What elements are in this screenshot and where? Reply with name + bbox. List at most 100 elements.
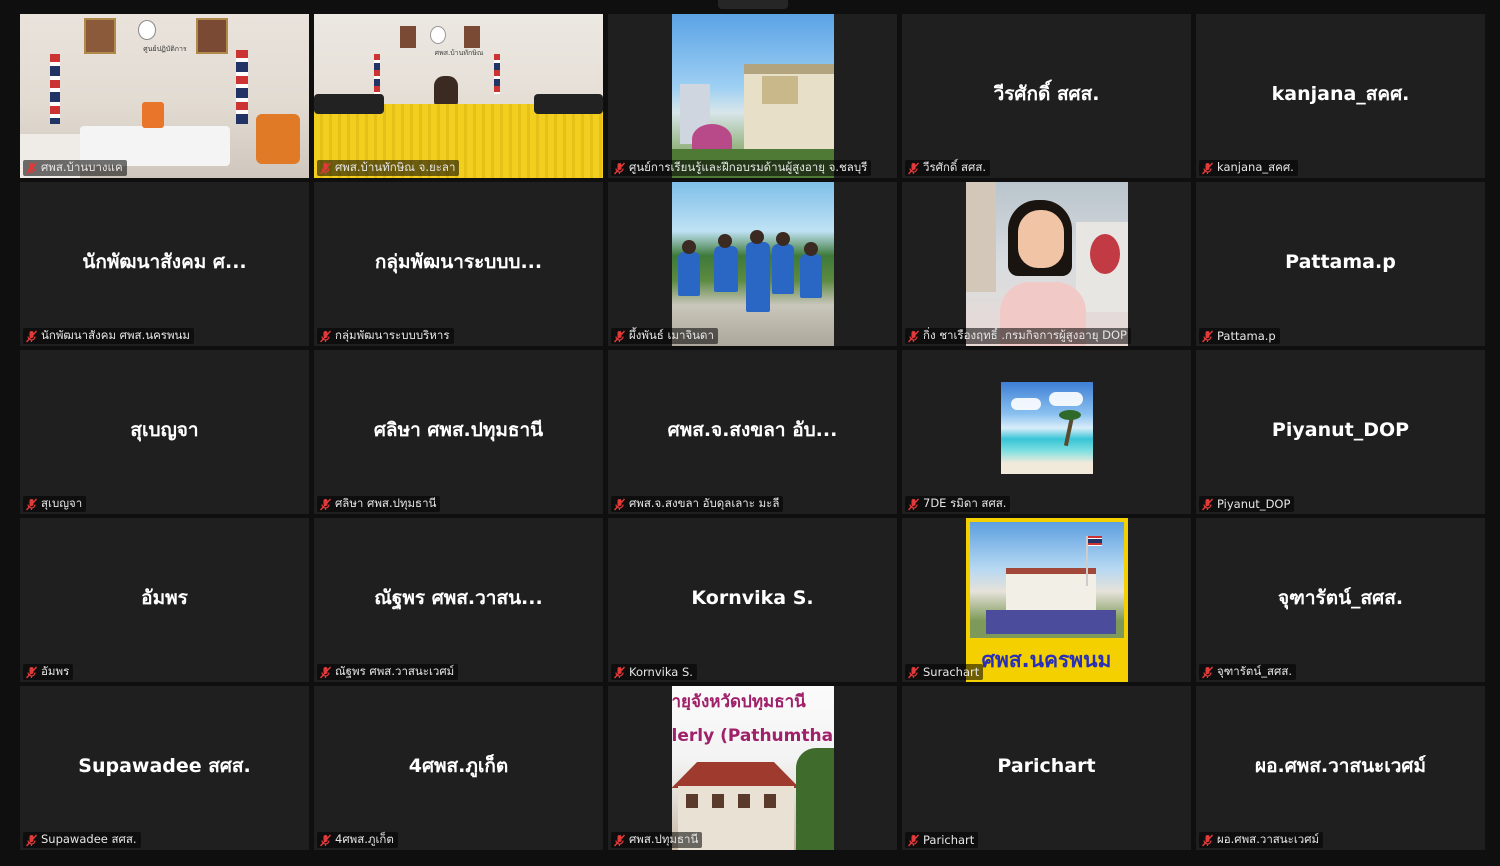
- mic-muted-icon: [613, 498, 626, 511]
- participant-label: ศูนย์การเรียนรู้และฝึกอบรมด้านผู้สูงอายุ…: [611, 160, 872, 176]
- participant-name: Kornvika S.: [629, 665, 693, 679]
- participant-name: ศลิษา ศพส.ปทุมธานี: [335, 496, 437, 510]
- mic-muted-icon: [319, 498, 332, 511]
- participant-display-name: ณัฐพร ศพส.วาสน...: [374, 587, 543, 609]
- mic-muted-icon: [907, 498, 920, 511]
- participant-tile[interactable]: Piyanut_DOP Piyanut_DOP: [1196, 350, 1485, 514]
- participant-label: ศลิษา ศพส.ปทุมธานี: [317, 496, 441, 512]
- participant-tile[interactable]: Pattama.p Pattama.p: [1196, 182, 1485, 346]
- participant-label: ศพส.บ้านทักษิณ จ.ยะลา: [317, 160, 460, 176]
- mic-muted-icon: [25, 834, 38, 847]
- participant-display-name: Supawadee สศส.: [78, 755, 251, 777]
- participant-tile[interactable]: Supawadee สศส. Supawadee สศส.: [20, 686, 309, 850]
- participant-label: สุเบญจา: [23, 496, 87, 512]
- participant-label: กลุ่มพัฒนาระบบบริหาร: [317, 328, 454, 344]
- participant-tile[interactable]: ศพส.บ้านทักษิณ ศพส.บ้านทักษิณ จ.ยะลา: [314, 14, 603, 178]
- participant-name: 7DE รมิดา สศส.: [923, 496, 1007, 510]
- participant-label: 4ศพส.ภูเก็ต: [317, 832, 398, 848]
- mic-muted-icon: [907, 834, 920, 847]
- participant-tile[interactable]: ณัฐพร ศพส.วาสน... ณัฐพร ศพส.วาสนะเวศม์: [314, 518, 603, 682]
- participant-photo: [1000, 382, 1093, 474]
- participant-name: ณัฐพร ศพส.วาสนะเวศม์: [335, 664, 455, 678]
- participant-display-name: ศพส.จ.สงขลา อับ...: [667, 419, 838, 441]
- participant-tile[interactable]: ผอ.ศพส.วาสนะเวศม์ ผอ.ศพส.วาสนะเวศม์: [1196, 686, 1485, 850]
- participant-tile[interactable]: ศูนย์การเรียนรู้และฝึกอบรมด้านผู้สูงอายุ…: [608, 14, 897, 178]
- participant-display-name: อัมพร: [141, 587, 188, 609]
- participant-tile[interactable]: สุเบญจา สุเบญจา: [20, 350, 309, 514]
- participant-tile[interactable]: กิ่ง ชาเรืองฤทธิ์ .กรมกิจการผู้สูงอายุ D…: [902, 182, 1191, 346]
- participant-label: ศพส.บ้านบางแค: [23, 160, 127, 176]
- participant-display-name: ศลิษา ศพส.ปทุมธานี: [373, 419, 544, 441]
- participant-tile[interactable]: จุฑารัตน์_สศส. จุฑารัตน์_สศส.: [1196, 518, 1485, 682]
- participant-display-name: Parichart: [997, 755, 1096, 777]
- participant-name: Pattama.p: [1217, 329, 1276, 343]
- participant-display-name: Pattama.p: [1285, 251, 1396, 273]
- participant-tile[interactable]: ศพส.นครพนม Surachart: [902, 518, 1191, 682]
- mic-muted-icon: [1201, 162, 1214, 175]
- mic-muted-icon: [1201, 498, 1214, 511]
- participant-name: ผอ.ศพส.วาสนะเวศม์: [1217, 832, 1320, 846]
- participant-tile[interactable]: นักพัฒนาสังคม ศ... นักพัฒนาสังคม ศพส.นคร…: [20, 182, 309, 346]
- participant-label: ศพส.จ.สงขลา อับดุลเลาะ มะลี: [611, 496, 784, 512]
- mic-muted-icon: [613, 162, 626, 175]
- participant-name: Supawadee สศส.: [41, 832, 137, 846]
- participant-display-name: ผอ.ศพส.วาสนะเวศม์: [1254, 755, 1427, 777]
- participant-display-name: วีรศักดิ์ สศส.: [993, 83, 1100, 105]
- mic-muted-icon: [1201, 666, 1214, 679]
- participant-name: ศพส.จ.สงขลา อับดุลเลาะ มะลี: [629, 496, 780, 510]
- participant-label: นักพัฒนาสังคม ศพส.นครพนม: [23, 328, 194, 344]
- participant-name: อัมพร: [41, 664, 70, 678]
- photo-caption: ศพส.นครพนม: [981, 647, 1112, 672]
- participant-photo: ายุจังหวัดปทุมธานี lerly (Pathumthani: [671, 686, 834, 850]
- participant-tile[interactable]: กลุ่มพัฒนาระบบบ... กลุ่มพัฒนาระบบบริหาร: [314, 182, 603, 346]
- participant-tile[interactable]: Parichart Parichart: [902, 686, 1191, 850]
- participant-tile[interactable]: ายุจังหวัดปทุมธานี lerly (Pathumthani ศพ…: [608, 686, 897, 850]
- participant-tile[interactable]: อัมพร อัมพร: [20, 518, 309, 682]
- mic-muted-icon: [1201, 834, 1214, 847]
- participant-label: Kornvika S.: [611, 664, 697, 680]
- participant-name: จุฑารัตน์_สศส.: [1217, 664, 1292, 678]
- participant-display-name: สุเบญจา: [130, 419, 199, 441]
- participant-display-name: kanjana_สคศ.: [1271, 83, 1410, 105]
- mic-muted-icon: [319, 666, 332, 679]
- participant-label: ศพส.ปทุมธานี: [611, 832, 703, 848]
- participant-photo: [671, 182, 834, 346]
- participant-tile[interactable]: 4ศพส.ภูเก็ต 4ศพส.ภูเก็ต: [314, 686, 603, 850]
- participant-label: กิ่ง ชาเรืองฤทธิ์ .กรมกิจการผู้สูงอายุ D…: [905, 328, 1131, 344]
- participant-name: กิ่ง ชาเรืองฤทธิ์ .กรมกิจการผู้สูงอายุ D…: [923, 328, 1127, 342]
- participant-tile[interactable]: kanjana_สคศ. kanjana_สคศ.: [1196, 14, 1485, 178]
- mic-muted-icon: [25, 330, 38, 343]
- mic-muted-icon: [319, 834, 332, 847]
- participant-tile[interactable]: Kornvika S. Kornvika S.: [608, 518, 897, 682]
- participant-name: ศพส.บ้านบางแค: [41, 160, 123, 174]
- participant-photo: [965, 182, 1128, 346]
- participant-name: กลุ่มพัฒนาระบบบริหาร: [335, 328, 450, 342]
- participant-label: อัมพร: [23, 664, 74, 680]
- participant-name: Parichart: [923, 833, 975, 847]
- participant-tile[interactable]: วีรศักดิ์ สศส. วีรศักดิ์ สศส.: [902, 14, 1191, 178]
- participant-label: จุฑารัตน์_สศส.: [1199, 664, 1296, 680]
- mic-muted-icon: [25, 498, 38, 511]
- participant-name: ศพส.บ้านทักษิณ จ.ยะลา: [335, 160, 456, 174]
- participant-name: kanjana_สคศ.: [1217, 160, 1294, 174]
- top-toolbar-tab[interactable]: [718, 0, 788, 9]
- participant-tile[interactable]: ศูนย์ปฏิบัติการ ศพส.บ้านบางแค: [20, 14, 309, 178]
- video-gallery: ศูนย์ปฏิบัติการ ศพส.บ้านบางแค ศพส.บ้านทั…: [20, 14, 1485, 850]
- participant-name: ศูนย์การเรียนรู้และฝึกอบรมด้านผู้สูงอายุ…: [629, 160, 868, 174]
- participant-display-name: 4ศพส.ภูเก็ต: [408, 755, 509, 777]
- participant-tile[interactable]: 7DE รมิดา สศส.: [902, 350, 1191, 514]
- participant-label: ผึ้งพันธ์ เมาจินดา: [611, 328, 718, 344]
- mic-muted-icon: [613, 330, 626, 343]
- participant-name: นักพัฒนาสังคม ศพส.นครพนม: [41, 328, 190, 342]
- mic-muted-icon: [907, 162, 920, 175]
- participant-label: 7DE รมิดา สศส.: [905, 496, 1011, 512]
- participant-tile[interactable]: ศพส.จ.สงขลา อับ... ศพส.จ.สงขลา อับดุลเลา…: [608, 350, 897, 514]
- participant-photo: ศพส.นครพนม: [965, 518, 1128, 682]
- participant-label: kanjana_สคศ.: [1199, 160, 1298, 176]
- participant-video: ศูนย์ปฏิบัติการ: [20, 14, 309, 178]
- participant-tile[interactable]: ศลิษา ศพส.ปทุมธานี ศลิษา ศพส.ปทุมธานี: [314, 350, 603, 514]
- participant-tile[interactable]: ผึ้งพันธ์ เมาจินดา: [608, 182, 897, 346]
- participant-photo: [671, 14, 834, 178]
- mic-muted-icon: [907, 330, 920, 343]
- participant-name: 4ศพส.ภูเก็ต: [335, 832, 394, 846]
